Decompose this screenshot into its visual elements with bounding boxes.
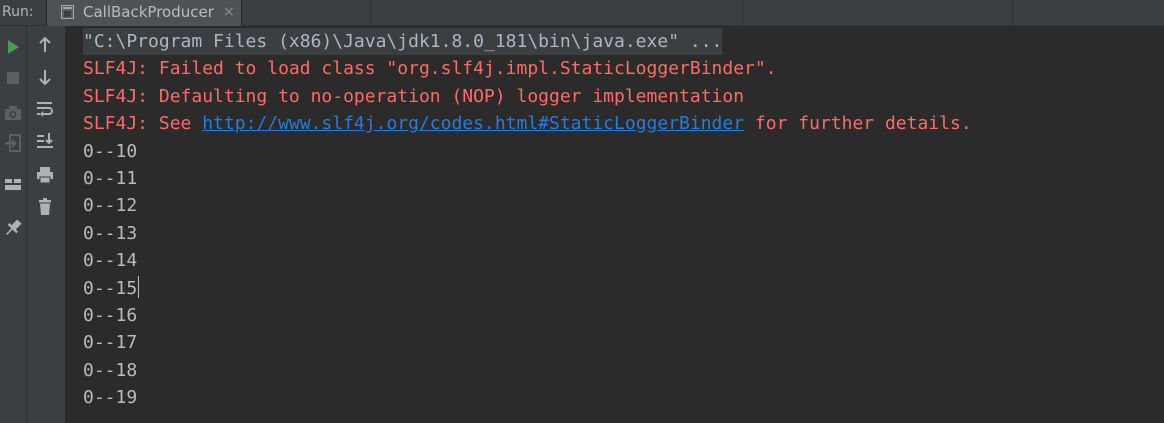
output-line: 0--14 [83, 250, 138, 272]
output-line: 0--19 [83, 387, 138, 409]
run-tab-bar: Run: CallBackProducer × [0, 0, 1164, 26]
tab-divider [742, 0, 743, 26]
run-controls-toolbar [0, 26, 27, 423]
output-line: 0--16 [83, 305, 138, 326]
error-line: SLF4J: See http://www.slf4j.org/codes.ht… [83, 110, 972, 137]
run-label: Run: [2, 4, 34, 20]
down-stack-trace-icon[interactable] [34, 66, 56, 88]
command-line: "C:\Program Files (x86)\Java\jdk1.8.0_18… [83, 28, 723, 55]
tab-divider [1012, 0, 1013, 26]
console-actions-toolbar [27, 26, 66, 423]
camera-icon[interactable] [2, 102, 24, 124]
tab-divider [370, 0, 371, 26]
output-line: 0--15 [83, 275, 140, 302]
run-tool-window: Run: CallBackProducer × "C:\Program File… [0, 0, 1164, 423]
output-text: 0--15 [83, 277, 138, 299]
slf4j-link[interactable]: http://www.slf4j.org/codes.html#StaticLo… [202, 113, 744, 134]
close-tab-icon[interactable]: × [223, 4, 235, 20]
output-line: 0--12 [83, 195, 138, 217]
output-line: 0--17 [83, 332, 138, 354]
up-stack-trace-icon[interactable] [34, 34, 56, 56]
tab-callbackproducer[interactable]: CallBackProducer × [46, 0, 242, 26]
clear-all-icon[interactable] [34, 196, 56, 218]
error-line: SLF4J: Failed to load class "org.slf4j.i… [83, 58, 777, 80]
output-line: 0--13 [83, 222, 138, 244]
tab-title: CallBackProducer [83, 3, 214, 21]
error-line: SLF4J: Defaulting to no-operation (NOP) … [83, 85, 745, 107]
text-cursor [138, 275, 140, 298]
pin-icon[interactable] [2, 217, 24, 239]
output-line: 0--11 [83, 168, 138, 189]
exit-icon[interactable] [2, 132, 24, 154]
layout-icon[interactable] [2, 173, 24, 195]
output-line: 0--18 [83, 359, 138, 381]
error-text: for further details. [744, 113, 972, 135]
print-icon[interactable] [34, 164, 56, 186]
rerun-icon[interactable] [2, 36, 24, 58]
scroll-to-end-icon[interactable] [34, 130, 56, 152]
error-text: SLF4J: See [83, 113, 203, 135]
console-output[interactable]: "C:\Program Files (x86)\Java\jdk1.8.0_18… [66, 26, 1164, 423]
application-window-icon [61, 5, 74, 19]
soft-wrap-icon[interactable] [34, 98, 56, 120]
output-line: 0--10 [83, 140, 138, 162]
stop-icon[interactable] [2, 67, 24, 89]
